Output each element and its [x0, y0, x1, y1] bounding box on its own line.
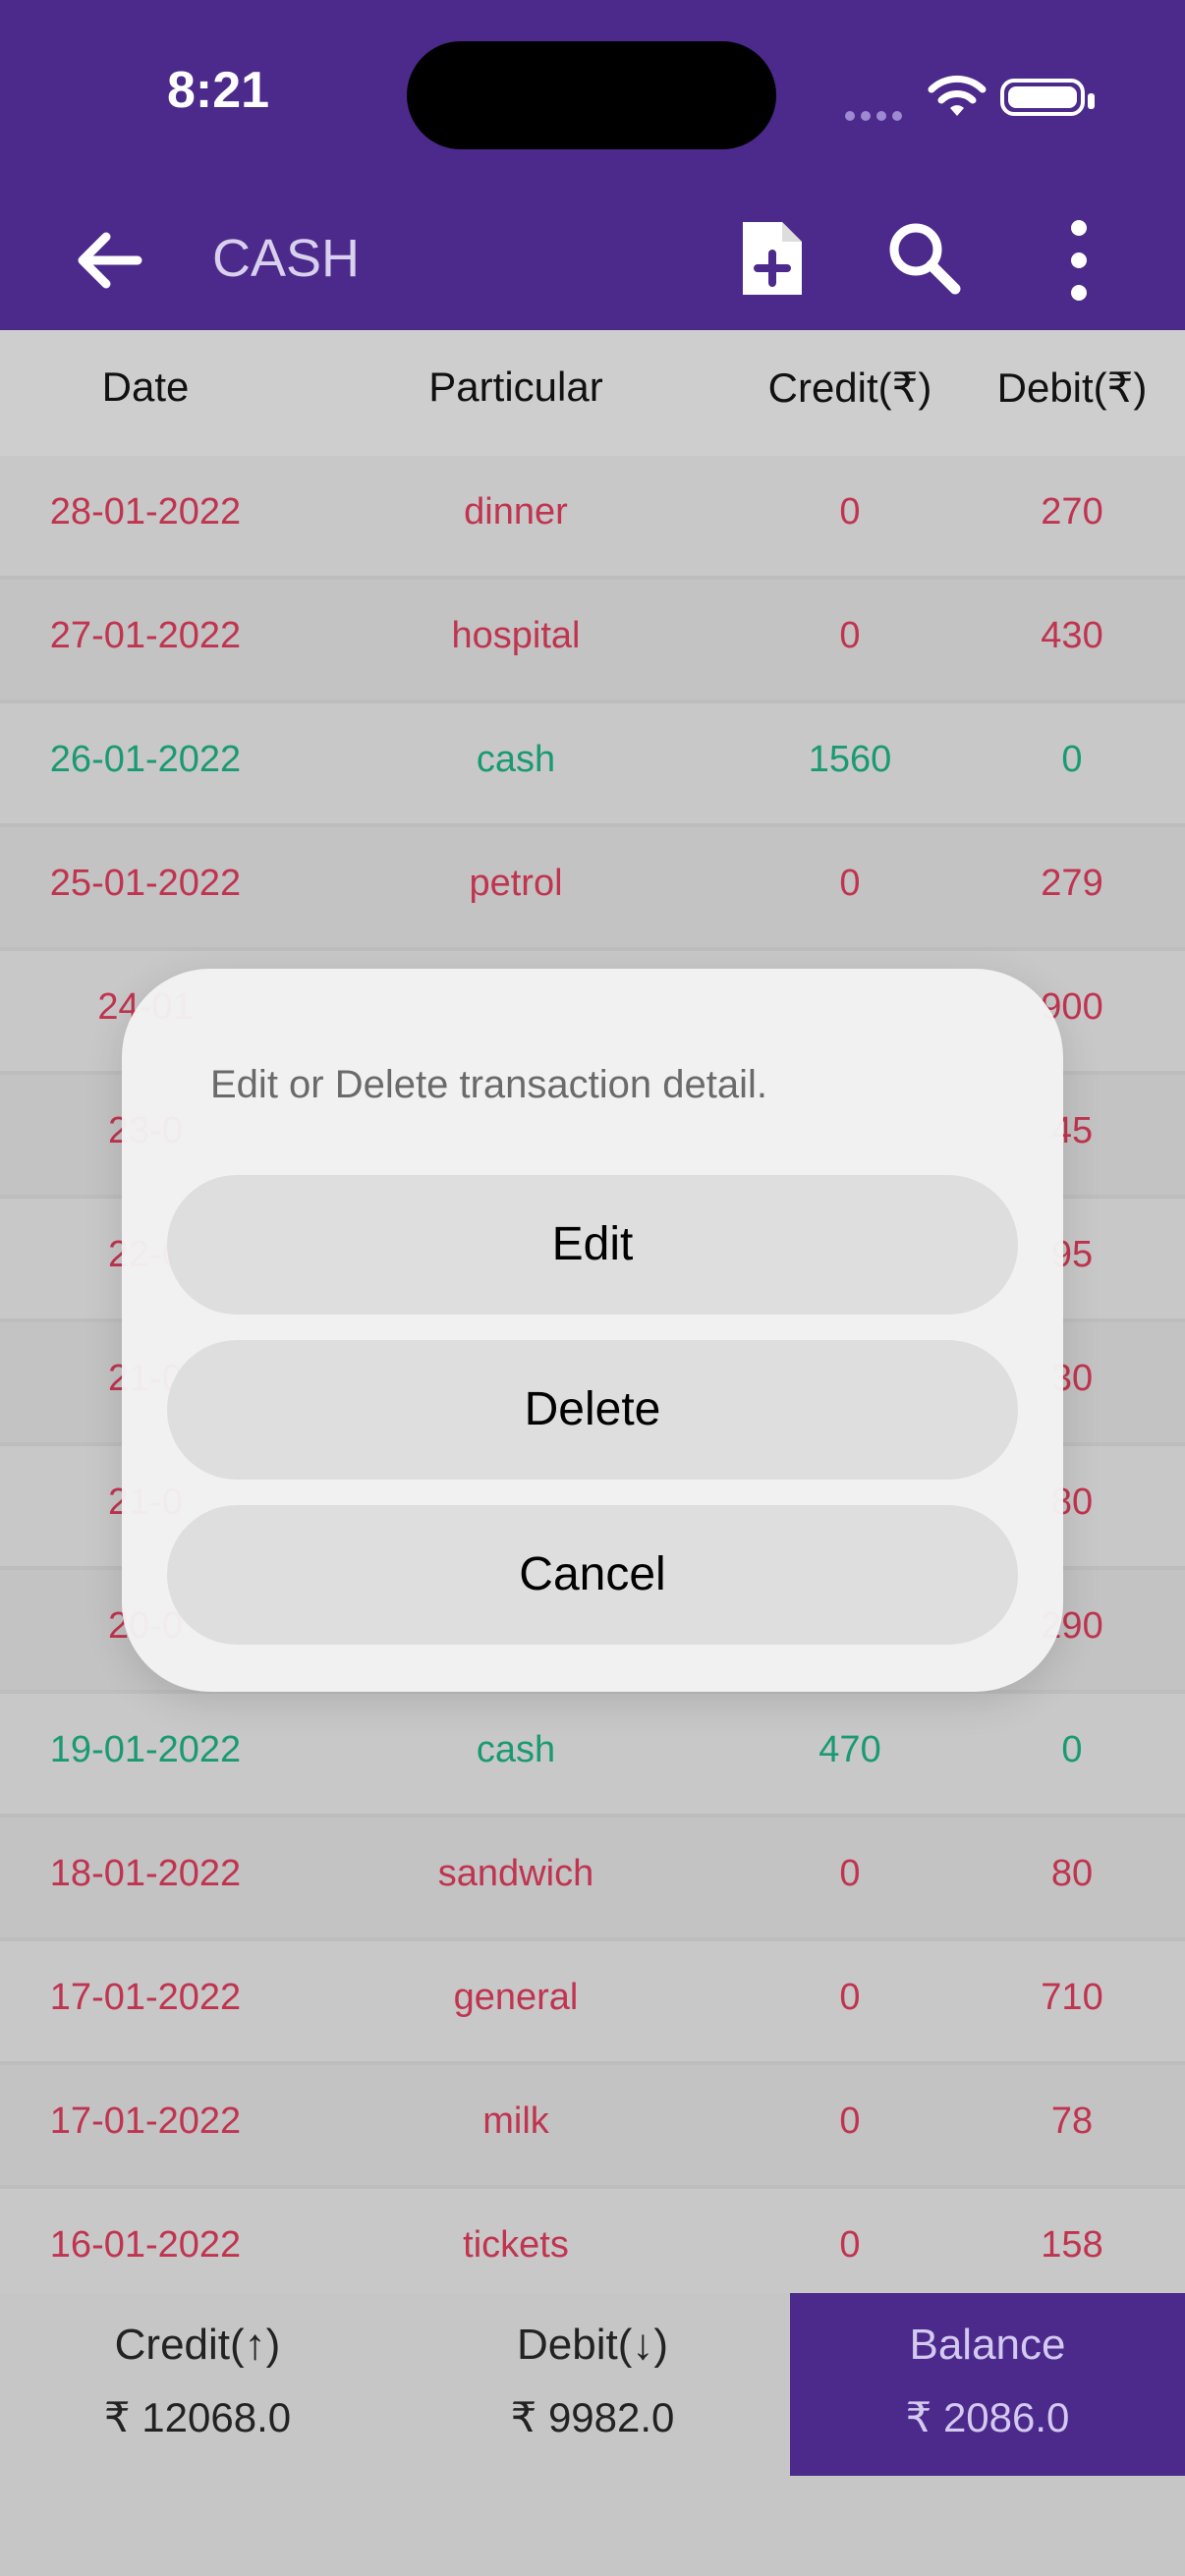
cell-particular: petrol [469, 863, 563, 904]
balance-value: ₹ 2086.0 [905, 2394, 1070, 2440]
cell-date: 25-01-2022 [49, 863, 242, 904]
cell-particular: dinner [464, 491, 568, 532]
summary-footer: Credit(↑) ₹ 12068.0 Debit(↓) ₹ 9982.0 Ba… [0, 2293, 1185, 2476]
cell-date: 17-01-2022 [49, 2100, 242, 2142]
header-particular: Particular [428, 364, 603, 410]
cellular-signal-icon [845, 106, 908, 121]
cell-particular: hospital [451, 615, 581, 656]
cell-credit: 1560 [808, 739, 892, 780]
cell-debit: 78 [1050, 2100, 1094, 2142]
cell-debit: 80 [1050, 1853, 1094, 1894]
cell-debit: 430 [1041, 615, 1103, 656]
cell-particular: milk [482, 2100, 549, 2142]
battery-icon [1000, 79, 1095, 116]
action-dialog: Edit or Delete transaction detail. Edit … [122, 969, 1063, 1692]
search-icon[interactable] [884, 218, 963, 297]
cell-particular: general [453, 1977, 579, 2018]
table-row[interactable]: 27-01-2022 hospital 0 430 [0, 580, 1185, 703]
credit-summary: Credit(↑) ₹ 12068.0 [0, 2293, 395, 2476]
page-title: CASH [212, 229, 361, 288]
cell-particular: cash [476, 1729, 556, 1770]
table-row[interactable]: 19-01-2022 cash 470 0 [0, 1694, 1185, 1818]
add-document-icon[interactable] [737, 216, 808, 301]
cell-credit: 0 [839, 2224, 861, 2266]
credit-total-value: ₹ 12068.0 [103, 2394, 292, 2440]
cell-date: 27-01-2022 [49, 615, 242, 656]
cell-date: 28-01-2022 [49, 491, 242, 532]
app-bar: CASH [0, 187, 1185, 330]
cell-date: 19-01-2022 [49, 1729, 242, 1770]
header-credit: Credit(₹) [767, 364, 932, 411]
debit-summary: Debit(↓) ₹ 9982.0 [395, 2293, 790, 2476]
cell-particular: sandwich [437, 1853, 594, 1894]
cell-date: 17-01-2022 [49, 1977, 242, 2018]
wifi-icon [928, 75, 987, 116]
cell-debit: 279 [1041, 863, 1103, 904]
cell-credit: 0 [839, 615, 861, 656]
cell-particular: cash [476, 739, 556, 780]
cell-debit: 158 [1041, 2224, 1103, 2266]
cell-credit: 470 [818, 1729, 881, 1770]
credit-total-label: Credit(↑) [114, 2321, 281, 2369]
cell-credit: 0 [839, 863, 861, 904]
table-header: Date Particular Credit(₹) Debit(₹) [0, 330, 1185, 456]
back-arrow-icon[interactable] [69, 221, 147, 300]
header-debit: Debit(₹) [996, 364, 1148, 411]
cell-debit: 270 [1041, 491, 1103, 532]
status-bar: 8:21 [0, 0, 1185, 187]
cell-credit: 0 [839, 2100, 861, 2142]
bottom-area [0, 2476, 1185, 2576]
table-row[interactable]: 18-01-2022 sandwich 0 80 [0, 1818, 1185, 1941]
header-date: Date [101, 364, 190, 410]
cell-debit: 0 [1061, 1729, 1083, 1770]
status-icons [845, 69, 1095, 128]
cell-debit: 0 [1061, 739, 1083, 780]
delete-button[interactable]: Delete [167, 1340, 1018, 1480]
debit-total-value: ₹ 9982.0 [510, 2394, 675, 2440]
table-row[interactable]: 25-01-2022 petrol 0 279 [0, 827, 1185, 951]
more-vertical-icon[interactable] [1061, 216, 1097, 305]
table-row[interactable]: 17-01-2022 general 0 710 [0, 1941, 1185, 2065]
dynamic-island [407, 41, 776, 149]
debit-total-label: Debit(↓) [516, 2321, 669, 2369]
dialog-message: Edit or Delete transaction detail. [210, 1063, 767, 1106]
table-row[interactable]: 26-01-2022 cash 1560 0 [0, 703, 1185, 827]
balance-label: Balance [909, 2321, 1066, 2369]
status-time: 8:21 [167, 62, 270, 119]
cell-credit: 0 [839, 1853, 861, 1894]
cell-credit: 0 [839, 491, 861, 532]
edit-button[interactable]: Edit [167, 1175, 1018, 1315]
cell-date: 18-01-2022 [49, 1853, 242, 1894]
balance-summary: Balance ₹ 2086.0 [790, 2293, 1185, 2476]
cell-debit: 710 [1041, 1977, 1103, 2018]
cell-particular: tickets [463, 2224, 569, 2266]
cell-date: 26-01-2022 [49, 739, 242, 780]
table-row[interactable]: 28-01-2022 dinner 0 270 [0, 456, 1185, 580]
table-row[interactable]: 17-01-2022 milk 0 78 [0, 2065, 1185, 2189]
cell-credit: 0 [839, 1977, 861, 2018]
cancel-button[interactable]: Cancel [167, 1505, 1018, 1645]
cell-date: 16-01-2022 [49, 2224, 242, 2266]
